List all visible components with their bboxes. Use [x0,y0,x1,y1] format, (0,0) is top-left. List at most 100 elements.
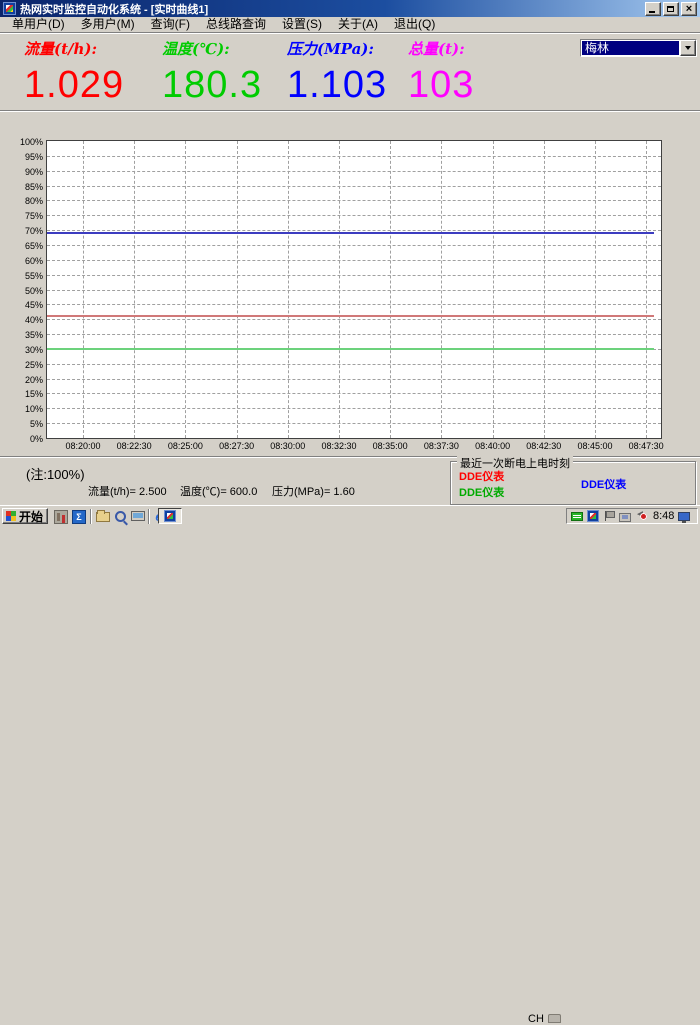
horizontal-gridline [47,290,661,291]
horizontal-gridline [47,156,661,157]
readout-total: 总量(t): 103 [408,38,474,107]
pressure-value: 1.103 [287,64,387,107]
active-task-button[interactable] [158,508,182,524]
menu-about[interactable]: 关于(A) [330,17,386,32]
vertical-gridline [646,141,647,438]
quicklaunch-separator-2 [148,509,150,524]
readout-temperature: 温度(℃): 180.3 [162,38,262,107]
title-bar: 热网实时监控自动化系统 - [实时曲线1] × [0,0,700,17]
start-button[interactable]: 开始 [2,508,48,524]
close-button[interactable]: × [681,2,697,16]
app-icon [3,2,16,15]
application-window: 热网实时监控自动化系统 - [实时曲线1] × 单用户(D) 多用户(M) 查询… [0,0,700,525]
tray-clock[interactable]: 8:48 [653,510,674,522]
menu-single-user[interactable]: 单用户(D) [4,17,73,32]
horizontal-gridline [47,230,661,231]
monitor-icon[interactable] [678,512,690,521]
series-line-temperature [47,348,654,350]
start-button-label: 开始 [19,508,43,525]
fullscale-pressure: 压力(MPa)= 1.60 [272,483,355,499]
network-icon[interactable] [619,513,631,522]
y-axis-label: 0% [0,434,43,444]
horizontal-gridline [47,245,661,246]
y-axis-label: 40% [0,315,43,325]
readout-flow: 流量(t/h): 1.029 [24,38,124,107]
y-axis-label: 15% [0,389,43,399]
vertical-gridline [237,141,238,438]
menu-exit[interactable]: 退出(Q) [386,17,443,32]
folder-icon[interactable] [96,512,110,522]
menu-settings[interactable]: 设置(S) [274,17,330,32]
language-indicator[interactable]: CH [528,1013,544,1025]
menu-bar: 单用户(D) 多用户(M) 查询(F) 总线路查询 设置(S) 关于(A) 退出… [0,17,700,32]
chart-y-axis: 0%5%10%15%20%25%30%35%40%45%50%55%60%65%… [0,142,44,442]
minimize-icon [649,11,655,13]
desktop-icon[interactable] [131,511,145,521]
fullscale-temperature: 温度(℃)= 600.0 [180,483,257,499]
total-label: 总量(t): [408,38,474,59]
y-axis-label: 85% [0,182,43,192]
y-axis-label: 25% [0,360,43,370]
taskbar: 开始 Σ e CH 8:48 [0,505,700,525]
horizontal-gridline [47,364,661,365]
vertical-gridline [339,141,340,438]
vertical-gridline [185,141,186,438]
vertical-gridline [288,141,289,438]
vertical-gridline [544,141,545,438]
footer-separator [0,456,700,458]
power-event-panel: 最近一次断电上电时刻 DDE仪表 DDE仪表 DDE仪表 [450,461,696,505]
station-select-value[interactable]: 梅林 [582,41,679,55]
dde-meter-1: DDE仪表 [459,468,504,484]
horizontal-gridline [47,408,661,409]
station-select-dropdown-button[interactable] [680,40,696,56]
minimize-button[interactable] [645,2,661,16]
flag-icon[interactable] [603,510,615,522]
keyboard-icon[interactable] [571,512,583,521]
menu-multi-user[interactable]: 多用户(M) [73,17,143,32]
menu-separator [0,32,700,34]
horizontal-gridline [47,200,661,201]
y-axis-label: 80% [0,196,43,206]
restore-button[interactable] [663,2,679,16]
close-icon: × [682,3,696,15]
y-axis-label: 75% [0,211,43,221]
windows-logo-icon [6,511,16,521]
horizontal-gridline [47,319,661,320]
y-axis-label: 100% [0,137,43,147]
horizontal-gridline [47,215,661,216]
station-select[interactable]: 梅林 [580,39,697,57]
window-title: 热网实时监控自动化系统 - [实时曲线1] [20,1,645,17]
menu-query[interactable]: 查询(F) [143,17,198,32]
vertical-gridline [441,141,442,438]
app-tray-icon[interactable] [587,510,599,522]
y-axis-label: 20% [0,375,43,385]
y-axis-label: 30% [0,345,43,355]
horizontal-gridline [47,275,661,276]
y-axis-label: 95% [0,152,43,162]
chart-area-separator [0,110,700,112]
fullscale-flow: 流量(t/h)= 2.500 [88,483,167,499]
horizontal-gridline [47,171,661,172]
temperature-value: 180.3 [162,64,262,107]
x-axis-label: 08:47:30 [616,441,676,451]
y-axis-label: 60% [0,256,43,266]
horizontal-gridline [47,186,661,187]
vertical-gridline [134,141,135,438]
horizontal-gridline [47,379,661,380]
menu-all-lines-query[interactable]: 总线路查询 [198,17,274,32]
series-line-flow [47,315,654,317]
fullscale-note: (注:100%) [26,464,85,483]
vertical-gridline [83,141,84,438]
chevron-down-icon [685,46,691,53]
mute-icon[interactable] [635,510,647,522]
printer-icon[interactable] [548,1014,561,1023]
horizontal-gridline [47,393,661,394]
series-line-pressure [47,232,654,234]
search-icon[interactable] [114,510,128,524]
vertical-gridline [493,141,494,438]
blue-app-icon[interactable]: Σ [72,510,86,524]
building-icon[interactable] [54,510,68,524]
y-axis-label: 70% [0,226,43,236]
flow-label: 流量(t/h): [24,38,124,59]
vertical-gridline [390,141,391,438]
